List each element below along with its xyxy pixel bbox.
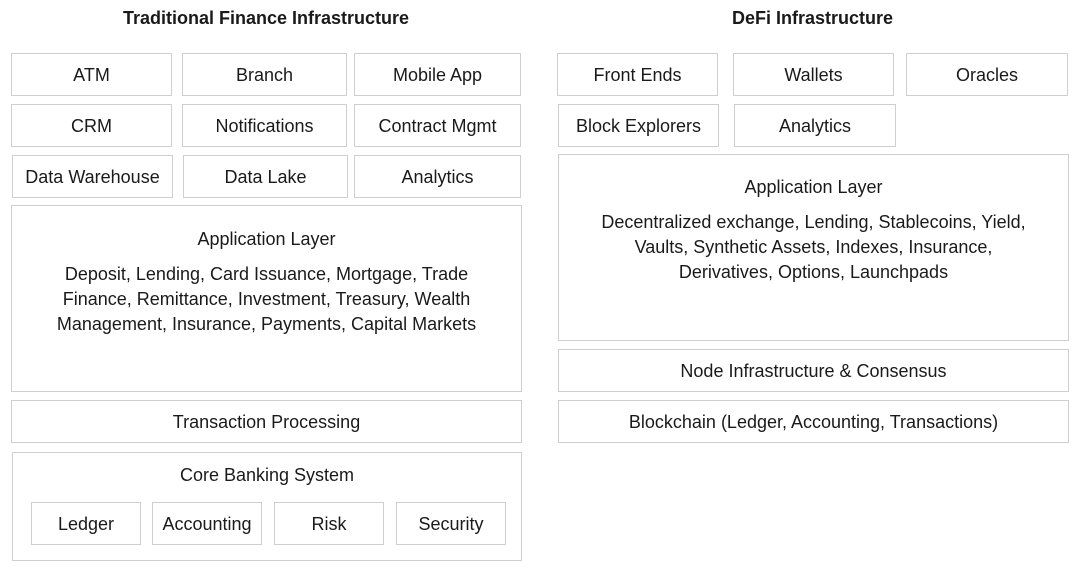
box-mobile-app: Mobile App — [354, 53, 521, 96]
core-component-ledger: Ledger — [31, 502, 141, 545]
transaction-processing-box: Transaction Processing — [11, 400, 522, 443]
box-data-warehouse: Data Warehouse — [12, 155, 173, 198]
defi-application-layer-title: Application Layer — [744, 177, 883, 197]
core-banking-title: Core Banking System — [179, 465, 355, 485]
box-crm: CRM — [11, 104, 172, 147]
box-oracles: Oracles — [906, 53, 1068, 96]
box-defi-analytics: Analytics — [734, 104, 896, 147]
box-contract-mgmt: Contract Mgmt — [354, 104, 521, 147]
box-block-explorers: Block Explorers — [558, 104, 719, 147]
box-analytics: Analytics — [354, 155, 521, 198]
defi-application-layer-description: Decentralized exchange, Lending, Stablec… — [601, 212, 1026, 282]
box-atm: ATM — [11, 53, 172, 96]
node-infrastructure-box: Node Infrastructure & Consensus — [558, 349, 1069, 392]
core-component-risk: Risk — [274, 502, 384, 545]
box-notifications: Notifications — [182, 104, 347, 147]
blockchain-box: Blockchain (Ledger, Accounting, Transact… — [558, 400, 1069, 443]
defi-application-layer: Application Layer Decentralized exchange… — [558, 154, 1069, 341]
core-component-accounting: Accounting — [152, 502, 262, 545]
traditional-application-layer: Application Layer Deposit, Lending, Card… — [11, 205, 522, 392]
traditional-finance-title: Traditional Finance Infrastructure — [122, 8, 410, 28]
box-branch: Branch — [182, 53, 347, 96]
box-wallets: Wallets — [733, 53, 894, 96]
application-layer-description: Deposit, Lending, Card Issuance, Mortgag… — [56, 264, 477, 334]
application-layer-title: Application Layer — [197, 229, 336, 249]
defi-title: DeFi Infrastructure — [731, 8, 894, 28]
box-front-ends: Front Ends — [557, 53, 718, 96]
core-component-security: Security — [396, 502, 506, 545]
box-data-lake: Data Lake — [183, 155, 348, 198]
